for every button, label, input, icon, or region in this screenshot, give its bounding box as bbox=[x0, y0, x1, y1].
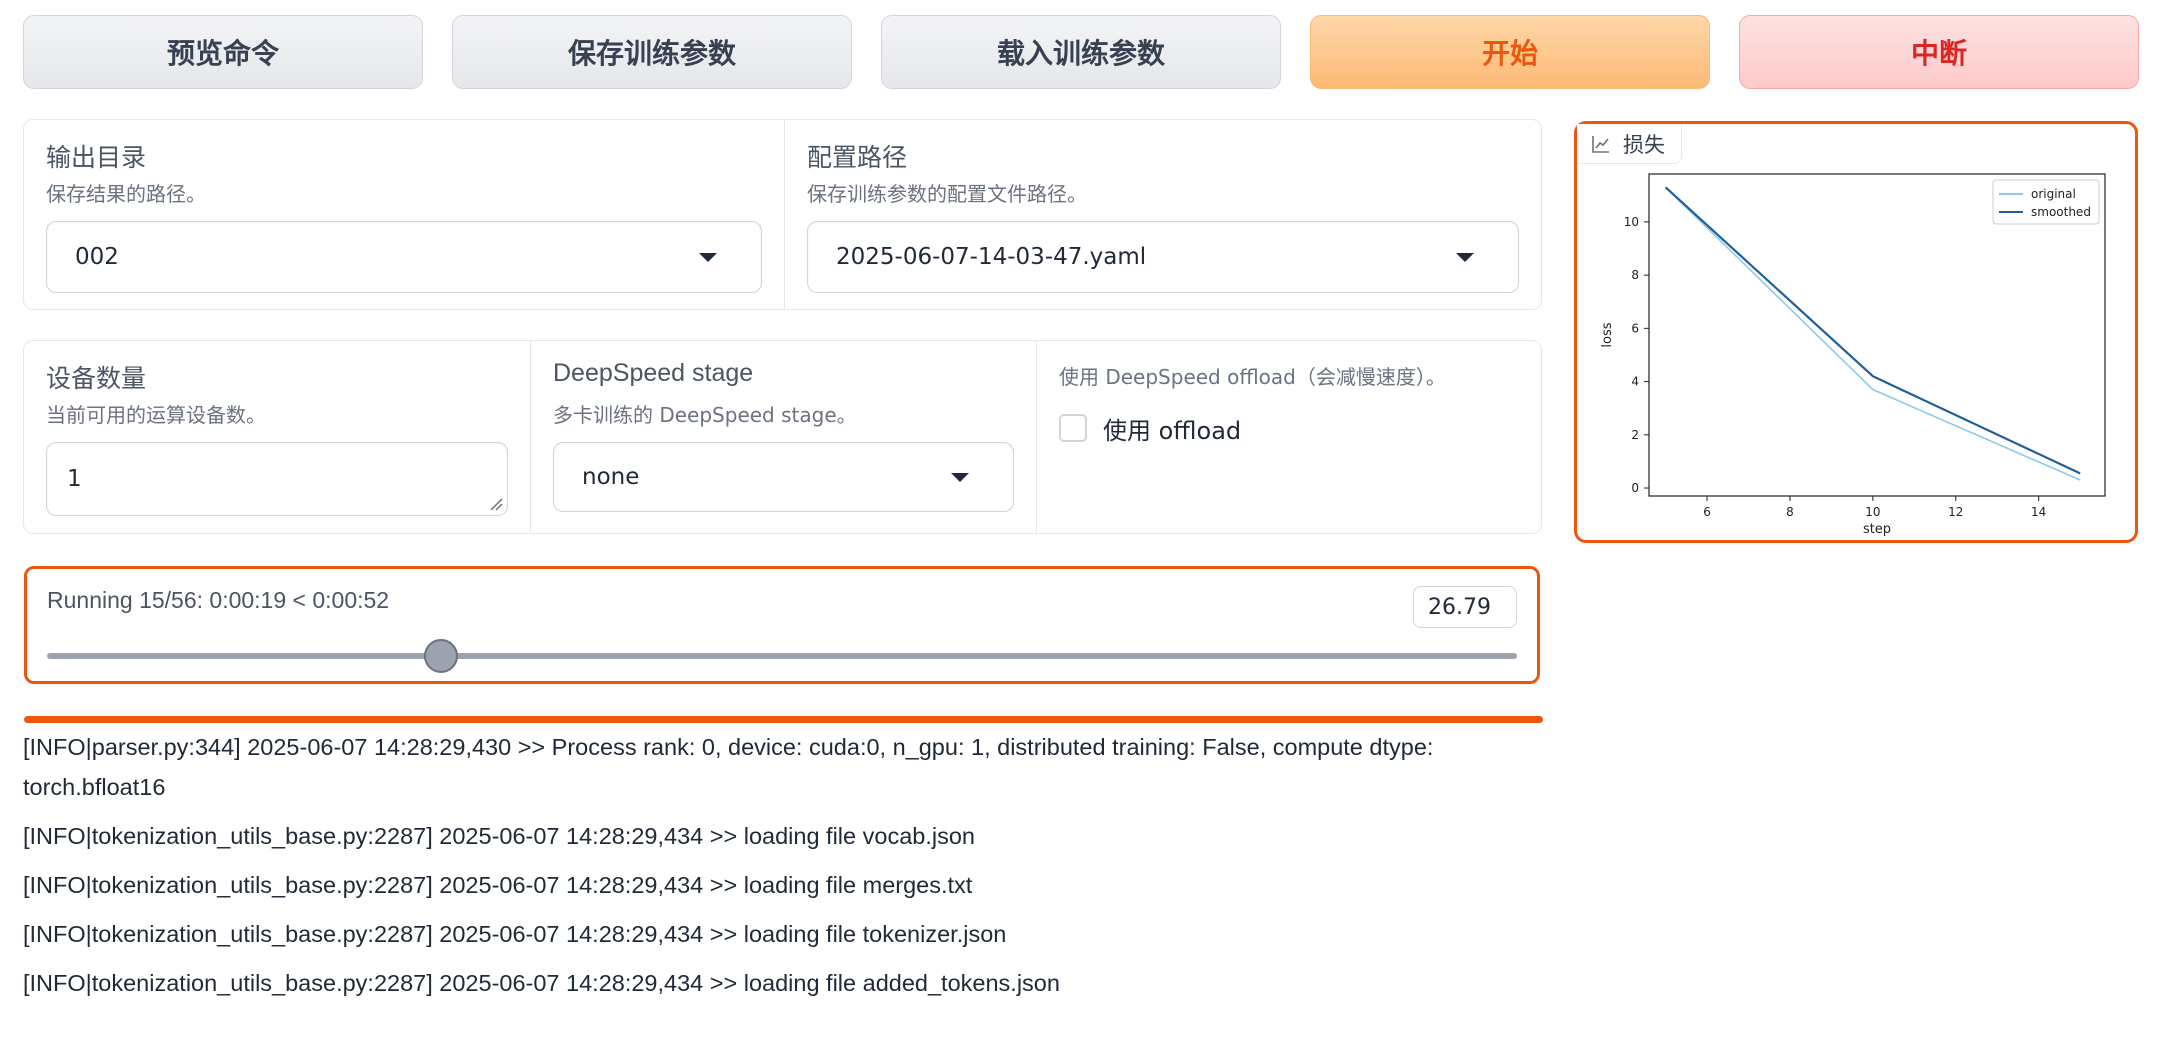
device-count-label: 设备数量 bbox=[46, 364, 147, 393]
chevron-down-icon bbox=[1456, 253, 1474, 262]
output-dir-info: 保存结果的路径。 bbox=[46, 182, 206, 206]
progress-slider-thumb[interactable] bbox=[423, 639, 458, 673]
ds-offload-info: 使用 DeepSpeed offload（会减慢速度）。 bbox=[1059, 365, 1446, 389]
log-line: [INFO|tokenization_utils_base.py:2287] 2… bbox=[23, 872, 973, 898]
x-tick-label: 14 bbox=[2031, 505, 2046, 519]
y-axis-label: loss bbox=[1600, 322, 1615, 347]
log-line: [INFO|tokenization_utils_base.py:2287] 2… bbox=[23, 970, 1060, 996]
progress-panel: Running 15/56: 0:00:19 < 0:00:52 26.79 bbox=[24, 566, 1540, 684]
loss-plot-tab: 损失 bbox=[1577, 124, 1682, 164]
load-args-button[interactable]: 载入训练参数 bbox=[881, 15, 1281, 89]
config-path-label: 配置路径 bbox=[807, 143, 908, 172]
preview-command-button[interactable]: 预览命令 bbox=[23, 15, 423, 89]
y-tick-label: 8 bbox=[1631, 268, 1639, 282]
ds-stage-info: 多卡训练的 DeepSpeed stage。 bbox=[553, 403, 857, 427]
y-tick-label: 0 bbox=[1631, 481, 1639, 495]
y-tick-label: 6 bbox=[1631, 321, 1639, 335]
ds-stage-block: DeepSpeed stage 多卡训练的 DeepSpeed stage。 n… bbox=[530, 341, 1036, 533]
log-line: [INFO|tokenization_utils_base.py:2287] 2… bbox=[23, 921, 1007, 947]
output-dir-label: 输出目录 bbox=[46, 143, 147, 172]
loss-plot-panel: 损失 6 8 10 12 14 0 2 4 6 8 10 step loss original smooth… bbox=[1574, 121, 2138, 543]
legend-label: original bbox=[2031, 187, 2076, 201]
loss-plot-title: 损失 bbox=[1623, 132, 1665, 157]
chevron-down-icon bbox=[699, 253, 717, 262]
x-tick-label: 6 bbox=[1703, 505, 1711, 519]
log-line: [INFO|parser.py:344] 2025-06-07 14:28:29… bbox=[23, 734, 1434, 800]
config-path-block: 配置路径 保存训练参数的配置文件路径。 2025-06-07-14-03-47.… bbox=[784, 120, 1541, 309]
x-axis-label: step bbox=[1863, 522, 1891, 537]
series-line-original bbox=[1665, 186, 2081, 481]
device-deepspeed-panel: 设备数量 当前可用的运算设备数。 1 DeepSpeed stage 多卡训练的… bbox=[23, 340, 1542, 534]
ds-stage-value: none bbox=[582, 464, 640, 490]
config-path-info: 保存训练参数的配置文件路径。 bbox=[807, 182, 1087, 206]
x-tick-label: 12 bbox=[1948, 505, 1963, 519]
x-tick-label: 10 bbox=[1865, 505, 1880, 519]
device-count-textbox[interactable]: 1 bbox=[46, 442, 508, 516]
offload-checkbox[interactable] bbox=[1059, 414, 1087, 442]
series-line-smoothed bbox=[1664, 186, 2081, 475]
ds-stage-dropdown[interactable]: none bbox=[553, 442, 1014, 512]
log-fade-overlay bbox=[0, 1010, 2160, 1046]
ds-stage-label: DeepSpeed stage bbox=[553, 359, 754, 387]
output-dir-block: 输出目录 保存结果的路径。 002 bbox=[24, 120, 784, 309]
loss-chart: 6 8 10 12 14 0 2 4 6 8 10 step loss original smoothed bbox=[1600, 173, 2106, 537]
progress-slider-track[interactable] bbox=[47, 639, 1517, 673]
chevron-down-icon bbox=[951, 473, 969, 482]
output-log: [INFO|parser.py:344] 2025-06-07 14:28:29… bbox=[23, 718, 1503, 1003]
log-line: [INFO|tokenization_utils_base.py:2287] 2… bbox=[23, 823, 975, 849]
config-path-dropdown[interactable]: 2025-06-07-14-03-47.yaml bbox=[807, 221, 1519, 293]
chart-icon bbox=[1592, 135, 1609, 153]
ds-offload-block: 使用 DeepSpeed offload（会减慢速度）。 使用 offload bbox=[1036, 341, 1541, 533]
y-tick-label: 2 bbox=[1631, 428, 1639, 442]
device-count-value: 1 bbox=[67, 466, 82, 492]
legend-label: smoothed bbox=[2031, 205, 2091, 219]
output-dir-value: 002 bbox=[75, 244, 119, 270]
output-config-panel: 输出目录 保存结果的路径。 002 配置路径 保存训练参数的配置文件路径。 20… bbox=[23, 119, 1542, 310]
progress-status-text: Running 15/56: 0:00:19 < 0:00:52 bbox=[47, 587, 390, 613]
y-tick-label: 4 bbox=[1631, 375, 1639, 389]
y-tick-label: 10 bbox=[1624, 215, 1639, 229]
progress-number-input[interactable]: 26.79 bbox=[1413, 586, 1517, 628]
output-dir-dropdown[interactable]: 002 bbox=[46, 221, 762, 293]
device-count-info: 当前可用的运算设备数。 bbox=[46, 403, 266, 427]
config-path-value: 2025-06-07-14-03-47.yaml bbox=[836, 244, 1147, 270]
offload-label[interactable]: 使用 offload bbox=[1103, 411, 1241, 446]
resize-handle-icon[interactable] bbox=[489, 497, 503, 511]
device-count-block: 设备数量 当前可用的运算设备数。 1 bbox=[24, 341, 530, 533]
start-button[interactable]: 开始 bbox=[1310, 15, 1710, 89]
abort-button[interactable]: 中断 bbox=[1739, 15, 2139, 89]
x-tick-label: 8 bbox=[1786, 505, 1794, 519]
save-args-button[interactable]: 保存训练参数 bbox=[452, 15, 852, 89]
